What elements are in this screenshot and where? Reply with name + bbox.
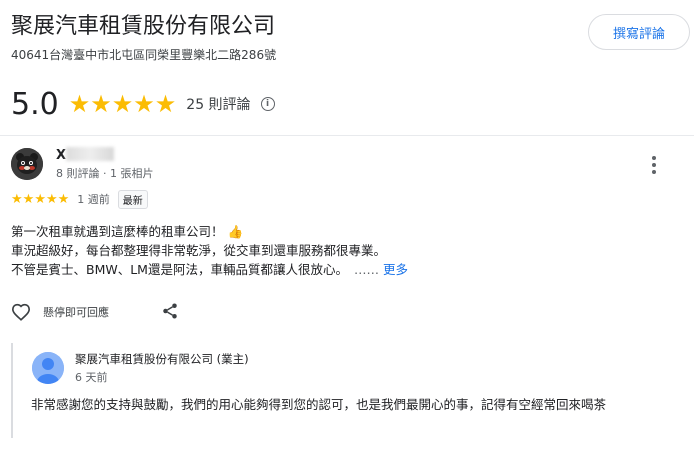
divider <box>0 135 694 136</box>
review-text: 第一次租車就遇到這麼棒的租車公司！ 👍 車況超級好，每台都整理得非常乾淨，從交車… <box>11 222 681 279</box>
review-stars: ★ ★ ★ ★ ★ <box>11 193 69 206</box>
star-icon: ★ <box>45 191 58 207</box>
owner-reply-text: 非常感謝您的支持與鼓勵，我們的用心能夠得到您的認可，也是我們最開心的事，記得有空… <box>31 397 607 412</box>
review-line: 第一次租車就遇到這麼棒的租車公司！ 👍 <box>11 224 244 239</box>
review-actions: 懸停即可回應 <box>11 302 181 322</box>
new-badge: 最新 <box>117 189 148 209</box>
info-icon[interactable]: i <box>260 97 275 111</box>
reviewer-name-redaction <box>66 147 114 161</box>
business-address: 40641台灣臺中市北屯區同榮里豐樂北二路286號 <box>11 48 277 62</box>
more-vert-icon[interactable] <box>650 156 658 174</box>
rating-stars: ★ ★ ★ ★ ★ <box>69 92 177 116</box>
rating-summary: 5.0 ★ ★ ★ ★ ★ 25 則評論 i <box>11 84 275 124</box>
write-review-button[interactable]: 撰寫評論 <box>588 14 690 50</box>
thumbs-up-emoji: 👍 <box>227 224 244 239</box>
owner-reply-time: 6 天前 <box>75 371 108 384</box>
more-link[interactable]: 更多 <box>383 262 408 277</box>
heart-icon[interactable] <box>11 302 33 322</box>
owner-reply: 聚展汽車租賃股份有限公司 (業主) 6 天前 非常感謝您的支持與鼓勵，我們的用心… <box>11 343 681 438</box>
reviewer-avatar[interactable] <box>11 148 43 180</box>
star-icon: ★ <box>11 191 23 207</box>
owner-avatar <box>32 352 64 384</box>
star-icon: ★ <box>154 90 177 118</box>
star-icon: ★ <box>34 191 46 207</box>
star-icon: ★ <box>111 90 134 118</box>
business-name: 聚展汽車租賃股份有限公司 <box>11 14 276 39</box>
review-count: 25 則評論 <box>186 97 251 113</box>
star-icon: ★ <box>68 90 91 118</box>
review-line: 不管是賓士、BMW、LM還是阿法，車輛品質都讓人很放心。…… 更多 <box>11 262 408 277</box>
review-time: 1 週前 <box>77 193 110 206</box>
rating-value: 5.0 <box>11 86 59 122</box>
review-meta-row: ★ ★ ★ ★ ★ 1 週前 最新 <box>11 189 148 209</box>
reviews-page: 聚展汽車租賃股份有限公司 40641台灣臺中市北屯區同榮里豐樂北二路286號 撰… <box>0 0 694 458</box>
reviewer-meta: 8 則評論 · 1 張相片 <box>56 167 154 180</box>
star-icon: ★ <box>90 90 112 118</box>
react-hint: 懸停即可回應 <box>43 306 109 319</box>
owner-name: 聚展汽車租賃股份有限公司 (業主) <box>75 352 249 366</box>
star-icon: ★ <box>57 191 70 207</box>
star-icon: ★ <box>22 191 35 207</box>
star-icon: ★ <box>133 90 155 118</box>
review-line: 車況超級好，每台都整理得非常乾淨，從交車到還車服務都很專業。 <box>11 243 387 258</box>
reviewer-name[interactable]: X <box>56 148 66 163</box>
share-icon[interactable] <box>161 302 181 322</box>
ellipsis: …… <box>353 262 379 277</box>
